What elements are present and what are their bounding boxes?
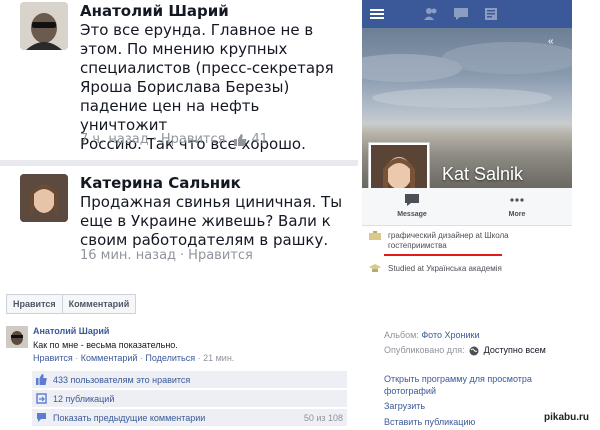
watermark: pikabu.ru [544,412,590,423]
post-like-link[interactable]: Нравится [33,353,73,363]
audience-line: Опубликовано для: Доступно всем [384,345,546,356]
comment-meta: 16 мин. назад · Нравится [80,248,253,263]
avatar-photo [6,326,28,348]
separator-dot: · [180,248,185,263]
avatar-photo [20,2,68,50]
briefcase-icon [369,231,381,241]
avatar[interactable] [20,2,68,50]
comment-author[interactable]: Анатолий Шарий [80,2,229,20]
comment-meta: 7 ч. назад · Нравится 41 [80,132,268,147]
cover-clouds-image: « [362,36,572,108]
notifications-icon[interactable] [482,5,500,23]
post-comment-link[interactable]: Комментарий [81,353,138,363]
view-previous-comments-text: Показать предыдущие комментарии [53,412,206,423]
comment-text-line: Продажная свинья циничная. Ты [80,193,343,211]
more-dots-icon [510,198,524,202]
more-label: More [508,211,526,218]
album-label: Альбом: [384,330,419,340]
message-button[interactable]: Message [382,190,442,218]
graduation-cap-icon [369,264,381,273]
work-info[interactable]: графический дизайнер at Школа [368,231,509,241]
svg-text:«: « [548,36,554,47]
comment-button[interactable]: Комментарий [61,294,137,314]
comment-time: 7 ч. назад [80,132,149,147]
separator-dot: · [152,132,157,147]
cover-photo[interactable]: « Kat Salnik [362,28,572,188]
comment: Катерина Сальник Продажная свинья циничн… [0,166,358,278]
view-previous-comments[interactable]: Показать предыдущие комментарии 50 из 10… [32,409,347,426]
audience-value[interactable]: Доступно всем [484,345,546,355]
post-action-buttons: Нравится Комментарий [6,294,137,314]
more-button[interactable]: More [487,190,547,218]
profile-panel: « Kat Salnik Message More графический ди… [362,0,572,278]
comment-text-line: этом. По мнению крупных [80,40,288,58]
work-info-text: графический дизайнер at Школа [388,231,509,240]
likes-summary[interactable]: 433 пользователям это нравится [32,371,347,388]
separator-dot: · [195,353,204,363]
comment-like-link[interactable]: Нравится [161,132,226,147]
likes-summary-text: 433 пользователям это нравится [53,374,191,385]
thumbs-up-icon [234,133,247,146]
thumbs-up-icon [36,374,47,385]
album-link[interactable]: Фото Хроники [421,330,479,340]
profile-picture[interactable] [368,142,430,188]
comment-like-link[interactable]: Нравится [188,248,253,263]
profile-name[interactable]: Kat Salnik [442,164,523,185]
profile-actions: Message More [362,188,572,226]
education-info[interactable]: Studied at Українська академія [368,264,502,273]
open-photo-viewer-link-line2[interactable]: фотографий [384,386,436,396]
top-nav-bar [362,0,572,28]
comment-text: Продажная свинья циничная. Ты еще в Укра… [80,193,350,250]
avatar-photo [20,174,68,222]
open-photo-viewer-link[interactable]: Открыть программу для просмотра [384,374,532,384]
message-label: Message [397,211,427,218]
comments-count: 50 из 108 [303,412,343,423]
album-line: Альбом: Фото Хроники [384,330,479,340]
post-text: Как по мне - весьма показательно. [33,340,178,350]
embed-post-link[interactable]: Вставить публикацию [384,417,475,427]
download-link[interactable]: Загрузить [384,401,425,411]
audience-label: Опубликовано для: [384,345,465,355]
comment-time: 16 мин. назад [80,248,177,263]
profile-photo [371,145,427,188]
profile-info: графический дизайнер at Школа гостеприим… [362,226,572,278]
comment-text-line: Это все ерунда. Главное не в [80,21,314,39]
comment: Анатолий Шарий Это все ерунда. Главное н… [0,0,358,160]
messages-icon[interactable] [452,5,470,23]
comment-author[interactable]: Катерина Сальник [80,174,241,192]
globe-icon[interactable] [469,346,479,356]
comment-text-line: еще в Украине живешь? Вали к [80,212,331,230]
chat-bubble-icon [405,194,419,206]
comment-bubble-icon [37,413,46,422]
shares-summary[interactable]: 12 публикаций [32,390,347,407]
highlight-underline [384,254,502,256]
share-icon [36,393,47,404]
shares-summary-text: 12 публикаций [53,393,115,404]
post-share-link[interactable]: Поделиться [145,353,195,363]
comment-text-line: падение цен на нефть уничтожит [80,97,260,134]
separator-dot: · [72,353,81,363]
post-time[interactable]: 21 мин. [203,353,234,363]
post-author[interactable]: Анатолий Шарий [33,326,109,336]
like-button[interactable]: Нравится [6,294,63,314]
comment-text-line: специалистов (пресс-секретаря [80,59,334,77]
avatar[interactable] [6,326,28,348]
menu-icon[interactable] [368,5,386,23]
education-info-text: Studied at Українська академія [388,264,502,273]
comments-panel: Анатолий Шарий Это все ерунда. Главное н… [0,0,358,278]
comment-text-line: Яроша Борислава Березы) [80,78,290,96]
avatar[interactable] [20,174,68,222]
friends-icon[interactable] [422,5,440,23]
work-info-line2: гостеприимства [388,241,447,250]
post-meta: Нравится · Комментарий · Поделиться · 21… [33,353,234,363]
comment-like-count: 41 [251,132,269,147]
